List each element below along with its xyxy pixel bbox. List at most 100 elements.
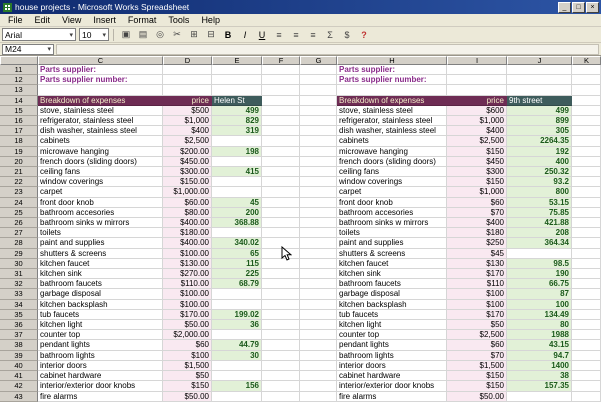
cell-J14[interactable]: 9th street bbox=[507, 96, 572, 106]
cell-F24[interactable] bbox=[262, 198, 300, 208]
cell-F34[interactable] bbox=[262, 300, 300, 310]
cell-K31[interactable] bbox=[572, 269, 601, 279]
row-header-42[interactable]: 42 bbox=[0, 381, 38, 391]
cell-I26[interactable]: $400 bbox=[447, 218, 507, 228]
cell-E31[interactable]: 225 bbox=[212, 269, 262, 279]
cell-I24[interactable]: $60 bbox=[447, 198, 507, 208]
cell-I28[interactable]: $250 bbox=[447, 238, 507, 248]
maximize-button[interactable]: □ bbox=[572, 2, 585, 13]
cell-D40[interactable]: $1,500 bbox=[163, 361, 212, 371]
cell-C33[interactable]: garbage disposal bbox=[38, 289, 163, 299]
cell-K26[interactable] bbox=[572, 218, 601, 228]
cell-I12[interactable] bbox=[447, 75, 507, 85]
cell-J19[interactable]: 192 bbox=[507, 147, 572, 157]
cell-J11[interactable] bbox=[507, 65, 572, 75]
cell-I23[interactable]: $1,000 bbox=[447, 187, 507, 197]
cell-J15[interactable]: 499 bbox=[507, 106, 572, 116]
cell-C14[interactable]: Breakdown of expenses bbox=[38, 96, 163, 106]
cell-E29[interactable]: 65 bbox=[212, 249, 262, 259]
cell-C25[interactable]: bathroom accesories bbox=[38, 208, 163, 218]
row-header-16[interactable]: 16 bbox=[0, 116, 38, 126]
row-header-39[interactable]: 39 bbox=[0, 351, 38, 361]
row-header-27[interactable]: 27 bbox=[0, 228, 38, 238]
row-header-31[interactable]: 31 bbox=[0, 269, 38, 279]
row-header-29[interactable]: 29 bbox=[0, 249, 38, 259]
cell-I43[interactable]: $50.00 bbox=[447, 392, 507, 402]
cell-J34[interactable]: 100 bbox=[507, 300, 572, 310]
cell-H13[interactable] bbox=[337, 85, 447, 95]
row-header-21[interactable]: 21 bbox=[0, 167, 38, 177]
cell-J43[interactable] bbox=[507, 392, 572, 402]
cell-D29[interactable]: $100.00 bbox=[163, 249, 212, 259]
cell-C16[interactable]: refrigerator, stainless steel bbox=[38, 116, 163, 126]
cell-K27[interactable] bbox=[572, 228, 601, 238]
cell-E14[interactable]: Helen St bbox=[212, 96, 262, 106]
cell-E27[interactable] bbox=[212, 228, 262, 238]
row-header-22[interactable]: 22 bbox=[0, 177, 38, 187]
formula-input[interactable] bbox=[56, 44, 599, 55]
cell-I22[interactable]: $150 bbox=[447, 177, 507, 187]
cell-D22[interactable]: $150.00 bbox=[163, 177, 212, 187]
cell-I13[interactable] bbox=[447, 85, 507, 95]
cell-I33[interactable]: $100 bbox=[447, 289, 507, 299]
cell-E20[interactable] bbox=[212, 157, 262, 167]
cell-K21[interactable] bbox=[572, 167, 601, 177]
cell-D15[interactable]: $500 bbox=[163, 106, 212, 116]
cell-C20[interactable]: french doors (sliding doors) bbox=[38, 157, 163, 167]
print-preview-icon[interactable]: ◎ bbox=[152, 28, 168, 42]
cell-G16[interactable] bbox=[300, 116, 337, 126]
cell-F33[interactable] bbox=[262, 289, 300, 299]
cell-I21[interactable]: $300 bbox=[447, 167, 507, 177]
cell-I25[interactable]: $70 bbox=[447, 208, 507, 218]
cell-E35[interactable]: 199.02 bbox=[212, 310, 262, 320]
cell-G31[interactable] bbox=[300, 269, 337, 279]
cell-J32[interactable]: 66.75 bbox=[507, 279, 572, 289]
row-header-14[interactable]: 14 bbox=[0, 96, 38, 106]
cell-G11[interactable] bbox=[300, 65, 337, 75]
row-header-19[interactable]: 19 bbox=[0, 147, 38, 157]
cell-D35[interactable]: $170.00 bbox=[163, 310, 212, 320]
cell-G21[interactable] bbox=[300, 167, 337, 177]
cell-H26[interactable]: bathroom sinks w mirrors bbox=[337, 218, 447, 228]
autosum-icon[interactable]: Σ bbox=[322, 28, 338, 42]
cell-J18[interactable]: 2264.35 bbox=[507, 136, 572, 146]
cell-J35[interactable]: 134.49 bbox=[507, 310, 572, 320]
row-header-33[interactable]: 33 bbox=[0, 289, 38, 299]
cell-D11[interactable] bbox=[163, 65, 212, 75]
cell-K14[interactable] bbox=[572, 96, 601, 106]
column-header-G[interactable]: G bbox=[300, 56, 337, 65]
cell-E36[interactable]: 36 bbox=[212, 320, 262, 330]
cell-H22[interactable]: window coverings bbox=[337, 177, 447, 187]
cell-K19[interactable] bbox=[572, 147, 601, 157]
cell-I34[interactable]: $100 bbox=[447, 300, 507, 310]
cell-J40[interactable]: 1400 bbox=[507, 361, 572, 371]
cell-E40[interactable] bbox=[212, 361, 262, 371]
cell-F35[interactable] bbox=[262, 310, 300, 320]
cell-F38[interactable] bbox=[262, 340, 300, 350]
cell-H24[interactable]: front door knob bbox=[337, 198, 447, 208]
cell-D38[interactable]: $60 bbox=[163, 340, 212, 350]
cell-J30[interactable]: 98.5 bbox=[507, 259, 572, 269]
cell-K11[interactable] bbox=[572, 65, 601, 75]
cell-K42[interactable] bbox=[572, 381, 601, 391]
cell-H34[interactable]: kitchen backsplash bbox=[337, 300, 447, 310]
cell-I40[interactable]: $1,500 bbox=[447, 361, 507, 371]
cell-C22[interactable]: window coverings bbox=[38, 177, 163, 187]
cell-J17[interactable]: 305 bbox=[507, 126, 572, 136]
cell-E33[interactable] bbox=[212, 289, 262, 299]
cell-E15[interactable]: 499 bbox=[212, 106, 262, 116]
italic-icon[interactable]: I bbox=[237, 28, 253, 42]
cell-C12[interactable]: Parts supplier number: bbox=[38, 75, 163, 85]
row-header-25[interactable]: 25 bbox=[0, 208, 38, 218]
cell-I32[interactable]: $110 bbox=[447, 279, 507, 289]
print-icon[interactable]: ▤ bbox=[135, 28, 151, 42]
cell-K25[interactable] bbox=[572, 208, 601, 218]
cell-I29[interactable]: $45 bbox=[447, 249, 507, 259]
cell-G35[interactable] bbox=[300, 310, 337, 320]
cell-E38[interactable]: 44.79 bbox=[212, 340, 262, 350]
cell-H40[interactable]: interior doors bbox=[337, 361, 447, 371]
cell-I20[interactable]: $450 bbox=[447, 157, 507, 167]
cell-E17[interactable]: 319 bbox=[212, 126, 262, 136]
cell-K38[interactable] bbox=[572, 340, 601, 350]
cell-D19[interactable]: $200.00 bbox=[163, 147, 212, 157]
